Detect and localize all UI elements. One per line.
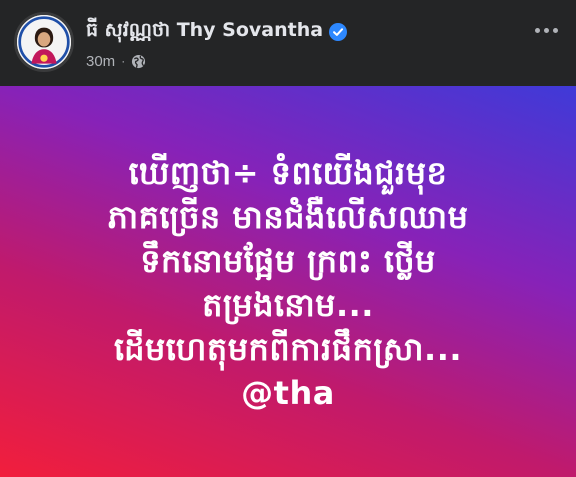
more-options-icon (534, 27, 540, 33)
post-timestamp[interactable]: 30m (86, 53, 115, 70)
post-text-line: ភាគច្រើន មានជំងឺលើសឈាម (107, 197, 469, 236)
author-avatar[interactable] (14, 12, 74, 72)
author-name[interactable]: ធី សុវណ្ណថា Thy Sovantha (86, 18, 323, 46)
verified-badge-icon (329, 23, 348, 41)
more-options-icon-dot-3 (552, 27, 558, 33)
post-text-line: ទឹកនោមផ្អែម ក្រពះ ថ្លើម (140, 241, 436, 280)
post-signature: @tha (241, 373, 335, 412)
post-text-line: តម្រងនោម... (202, 285, 374, 324)
more-options-icon-dot-2 (543, 27, 549, 33)
post-header: ធី សុវណ្ណថា Thy Sovantha 30m · (0, 0, 576, 86)
post-text-line: ឃើញថា÷ ទំពយើងជួរមុខ (128, 153, 448, 192)
author-name-row: ធី សុវណ្ណថា Thy Sovantha (86, 18, 348, 46)
globe-icon[interactable] (131, 54, 146, 69)
post-content-background: ឃើញថា÷ ទំពយើងជួរមុខ ភាគច្រើន មានជំងឺលើសឈ… (0, 86, 576, 477)
more-options-button[interactable] (528, 14, 564, 46)
post-meta: 30m · (86, 51, 146, 71)
post-text-line: ដើមហេតុមកពីការផឹកស្រា... (113, 329, 463, 368)
avatar-image (17, 15, 71, 69)
meta-separator: · (121, 54, 126, 68)
